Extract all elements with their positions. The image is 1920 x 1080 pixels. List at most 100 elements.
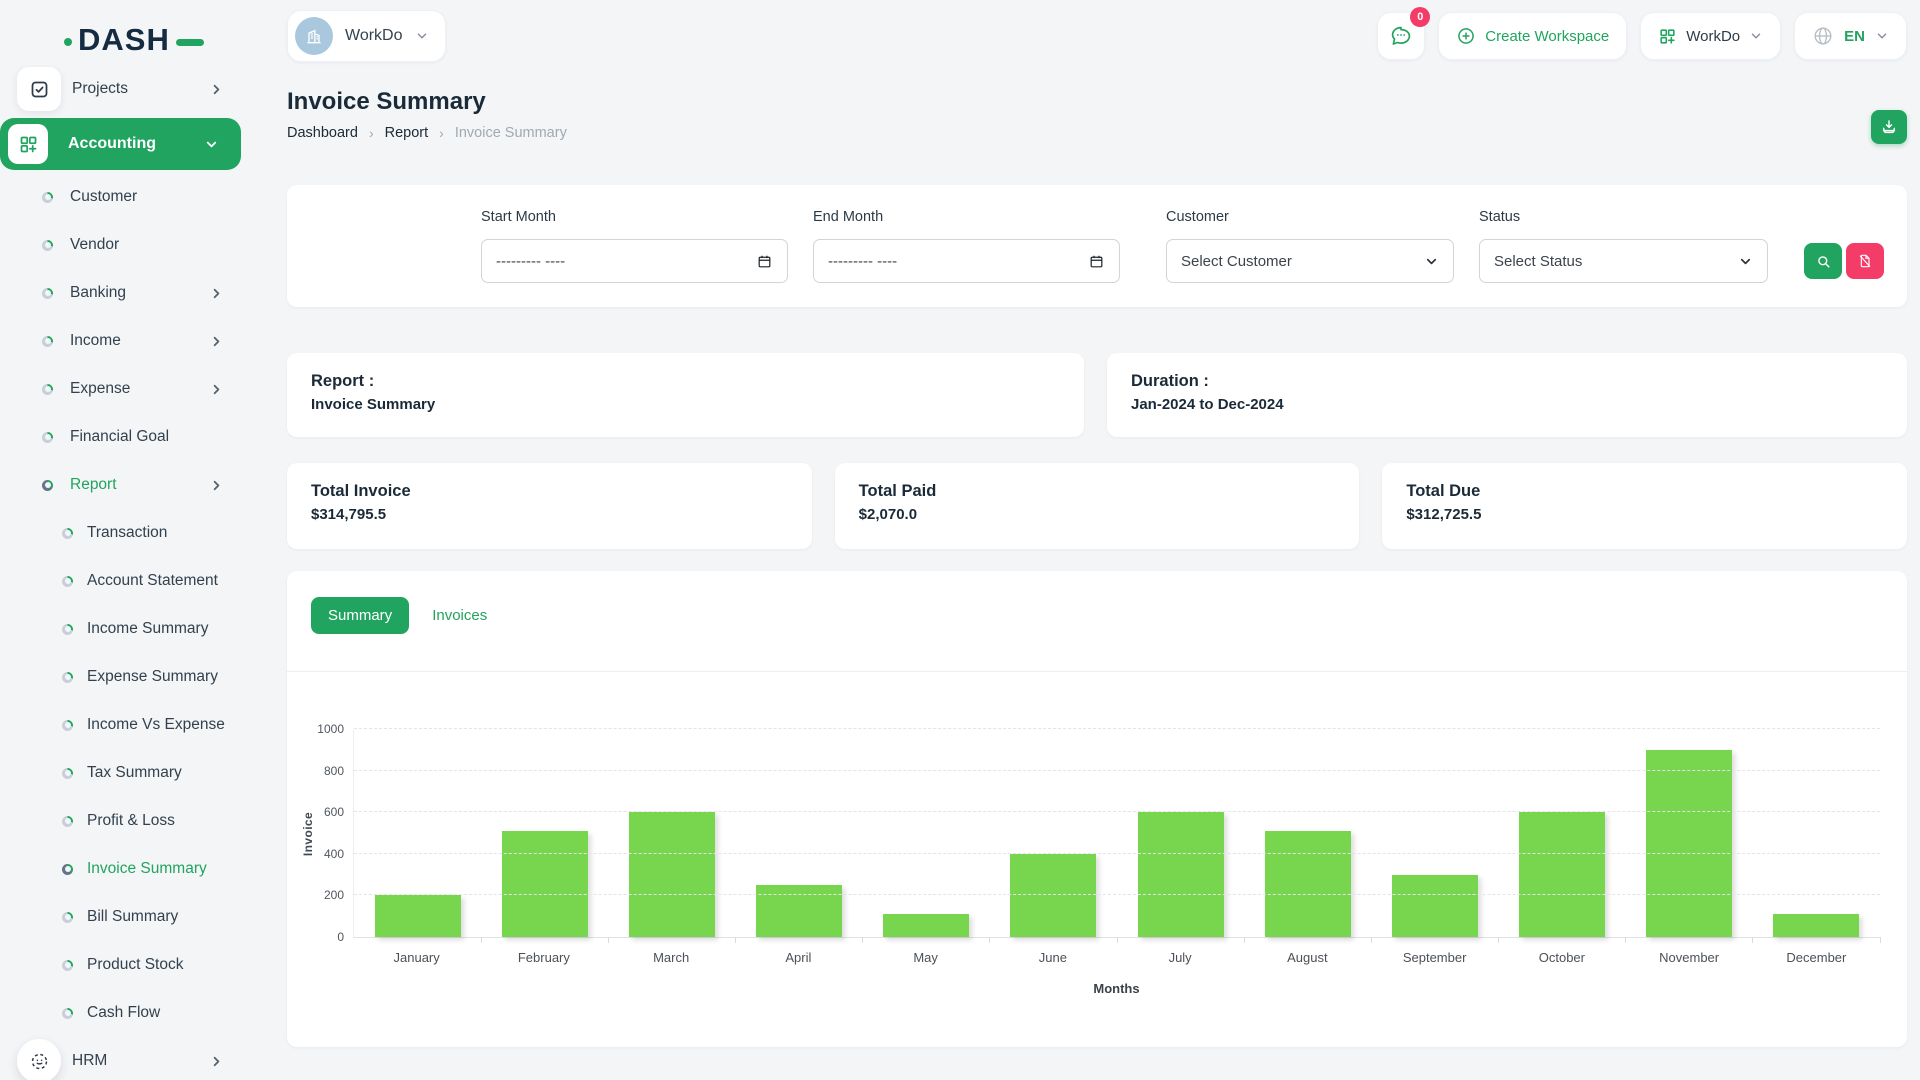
- workspace-menu-button[interactable]: WorkDo: [1640, 12, 1781, 60]
- building-icon: [304, 26, 324, 46]
- bullet-ring-icon: [42, 288, 53, 299]
- tab-invoices[interactable]: Invoices: [415, 597, 504, 634]
- sidebar-item-icon: [8, 124, 48, 164]
- download-icon: [1880, 118, 1898, 136]
- sidebar-item-profit-loss[interactable]: Profit & Loss: [0, 797, 260, 845]
- x-axis-label-february: February: [480, 950, 607, 965]
- bullet-ring-icon: [62, 528, 73, 539]
- chart-slot-january: [354, 730, 481, 937]
- language-selector[interactable]: EN: [1794, 12, 1907, 60]
- x-axis-label-june: June: [989, 950, 1116, 965]
- sidebar-item-vendor[interactable]: Vendor: [0, 221, 260, 269]
- sidebar-item-banking[interactable]: Banking: [0, 269, 260, 317]
- y-axis-tick: 1000: [302, 722, 344, 736]
- bullet-ring-icon: [62, 816, 73, 827]
- bullet-ring-icon: [62, 864, 73, 875]
- sidebar-item-accounting[interactable]: Accounting: [0, 118, 241, 170]
- customer-label: Customer: [1166, 209, 1229, 225]
- x-axis-label-october: October: [1498, 950, 1625, 965]
- totals-row: Total Invoice $314,795.5 Total Paid $2,0…: [287, 463, 1907, 549]
- chart-slot-march: [608, 730, 735, 937]
- gridline: [354, 728, 1880, 729]
- stat-card-total-invoice: Total Invoice $314,795.5: [287, 463, 812, 549]
- bullet-ring-icon: [42, 384, 53, 395]
- app-root: DASH WorkDo 0 Create Workspace WorkDo: [0, 0, 1920, 1080]
- chevron-down-icon: [1424, 254, 1439, 269]
- search-icon: [1815, 253, 1832, 270]
- chevron-icon: [209, 1054, 224, 1069]
- end-month-input[interactable]: --------- ----: [813, 239, 1120, 283]
- logo-dot-icon: [64, 38, 72, 46]
- y-axis-tick: 800: [302, 764, 344, 778]
- sidebar-item-expense[interactable]: Expense: [0, 365, 260, 413]
- y-axis-tick: 200: [302, 888, 344, 902]
- stat-card-total-paid: Total Paid $2,070.0: [835, 463, 1360, 549]
- sidebar-item-transaction[interactable]: Transaction: [0, 509, 260, 557]
- top-bar: WorkDo 0 Create Workspace WorkDo EN: [287, 10, 1907, 62]
- bullet-ring-icon: [42, 432, 53, 443]
- tab-summary[interactable]: Summary: [311, 597, 409, 634]
- page-title: Invoice Summary: [287, 88, 567, 116]
- sidebar-item-income-summary[interactable]: Income Summary: [0, 605, 260, 653]
- report-tabs: Summary Invoices: [287, 571, 1907, 634]
- x-axis-label-september: September: [1371, 950, 1498, 965]
- sidebar-item-account-statement[interactable]: Account Statement: [0, 557, 260, 605]
- y-axis-tick: 600: [302, 805, 344, 819]
- sidebar-item-hrm[interactable]: HRM: [0, 1037, 260, 1080]
- x-axis-label-march: March: [608, 950, 735, 965]
- chart-slot-june: [990, 730, 1117, 937]
- sidebar-item-bill-summary[interactable]: Bill Summary: [0, 893, 260, 941]
- apply-filter-button[interactable]: [1804, 243, 1842, 279]
- page-header: Invoice Summary Dashboard› Report› Invoi…: [287, 88, 567, 141]
- sidebar-item-customer[interactable]: Customer: [0, 173, 260, 221]
- sidebar-item-income[interactable]: Income: [0, 317, 260, 365]
- x-axis-title: Months: [353, 981, 1880, 996]
- duration-value: Jan-2024 to Dec-2024: [1131, 396, 1883, 413]
- file-slash-icon: [1857, 253, 1873, 269]
- bullet-ring-icon: [62, 720, 73, 731]
- sidebar-item-projects[interactable]: Projects: [0, 65, 260, 113]
- logo-dash-icon: [176, 39, 204, 46]
- chart-bar-march: [629, 812, 715, 937]
- sidebar-item-financial-goal[interactable]: Financial Goal: [0, 413, 260, 461]
- sidebar-item-expense-summary[interactable]: Expense Summary: [0, 653, 260, 701]
- chart-plot: Invoice 02004006008001000: [353, 730, 1880, 938]
- breadcrumb-item-report[interactable]: Report: [385, 125, 429, 141]
- workspace-switcher[interactable]: WorkDo: [287, 10, 446, 62]
- chart-slot-july: [1117, 730, 1244, 937]
- summary-chart-card: Summary Invoices Invoice 020040060080010…: [287, 571, 1907, 1047]
- plus-circle-icon: [1456, 26, 1476, 46]
- sidebar-item-invoice-summary[interactable]: Invoice Summary: [0, 845, 260, 893]
- messages-button[interactable]: 0: [1377, 12, 1425, 60]
- create-workspace-button[interactable]: Create Workspace: [1438, 12, 1627, 60]
- sidebar-item-cash-flow[interactable]: Cash Flow: [0, 989, 260, 1037]
- sidebar-item-income-vs-expense[interactable]: Income Vs Expense: [0, 701, 260, 749]
- sidebar-item-report[interactable]: Report: [0, 461, 260, 509]
- start-month-label: Start Month: [481, 209, 556, 225]
- customer-select[interactable]: Select Customer: [1166, 239, 1454, 283]
- sidebar-item-product-stock[interactable]: Product Stock: [0, 941, 260, 989]
- gridline: [354, 894, 1880, 895]
- status-select[interactable]: Select Status: [1479, 239, 1768, 283]
- filter-panel: Start Month End Month Customer Status --…: [287, 185, 1907, 307]
- x-axis-label-may: May: [862, 950, 989, 965]
- chevron-icon: [209, 478, 224, 493]
- x-axis-label-january: January: [353, 950, 480, 965]
- download-button[interactable]: [1871, 110, 1907, 144]
- chevron-icon: [209, 82, 224, 97]
- bullet-ring-icon: [62, 768, 73, 779]
- chart-bar-october: [1519, 812, 1605, 937]
- breadcrumb-item-dashboard[interactable]: Dashboard: [287, 125, 358, 141]
- sidebar-item-tax-summary[interactable]: Tax Summary: [0, 749, 260, 797]
- end-month-label: End Month: [813, 209, 883, 225]
- sidebar-list: Projects Accounting Customer: [0, 65, 260, 1080]
- reset-filter-button[interactable]: [1846, 243, 1884, 279]
- workspace-avatar: [295, 17, 333, 55]
- bullet-ring-icon: [62, 576, 73, 587]
- chat-bubble-icon: [1389, 24, 1413, 48]
- chart-bar-november: [1646, 750, 1732, 937]
- y-axis-tick: 0: [302, 930, 344, 944]
- start-month-input[interactable]: --------- ----: [481, 239, 788, 283]
- bullet-ring-icon: [62, 624, 73, 635]
- dash-logo: DASH: [64, 22, 204, 58]
